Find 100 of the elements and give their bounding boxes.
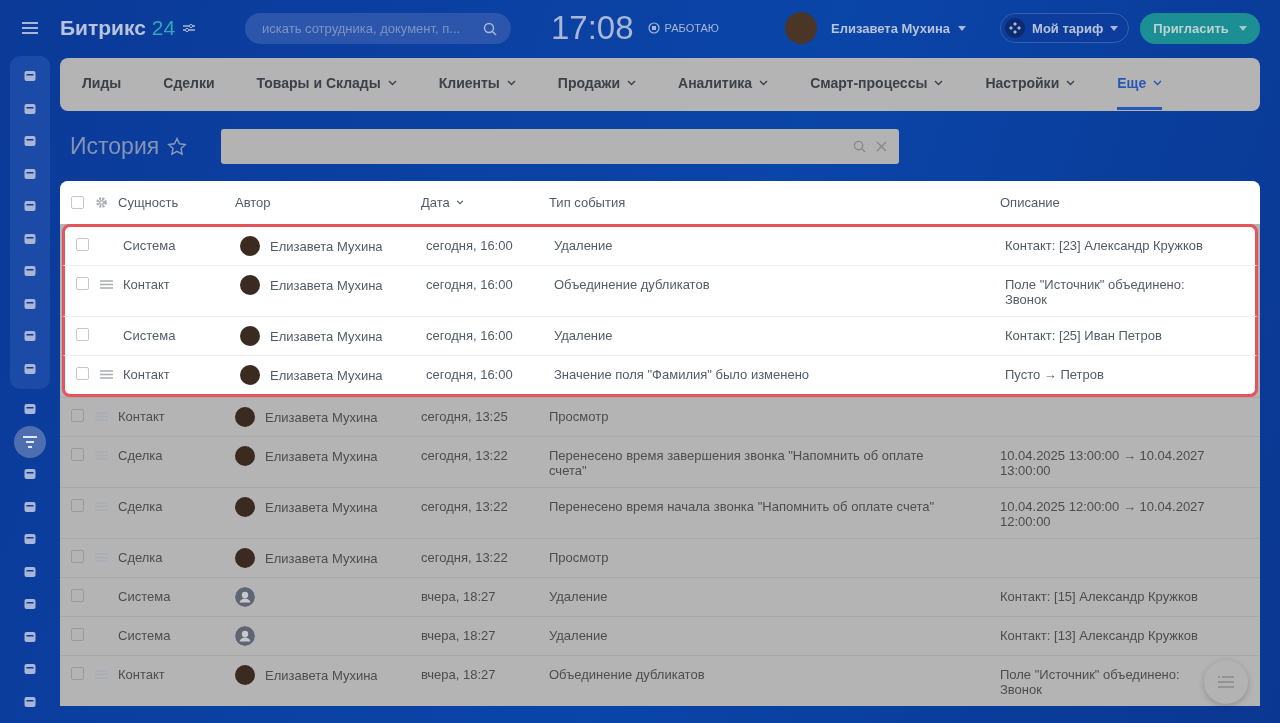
table-cell: сегодня, 16:00 <box>426 238 513 253</box>
column-header[interactable]: Дата <box>421 195 464 210</box>
table-cell: сегодня, 16:00 <box>426 367 513 382</box>
table-cell: Контакт: [15] Александр Кружков <box>1000 589 1198 604</box>
table-cell: Просмотр <box>549 409 609 424</box>
table-row[interactable]: Сделка Елизавета Мухина сегодня, 13:22 Просмотр <box>60 538 1260 577</box>
row-checkbox[interactable] <box>71 448 84 461</box>
table-cell: Контакт: [23] Александр Кружков <box>1005 238 1203 253</box>
settings-icon[interactable] <box>95 196 108 209</box>
table-cell: Объединение дубликатов <box>554 277 710 292</box>
nav-tab[interactable]: Аналитика <box>678 59 769 110</box>
nav-tab[interactable]: Клиенты <box>438 59 516 110</box>
caret-icon <box>1238 25 1247 31</box>
row-checkbox[interactable] <box>71 550 84 563</box>
nav-tab[interactable]: Еще <box>1117 59 1163 110</box>
table-row[interactable]: Контакт Елизавета Мухина сегодня, 16:00 Значение поля "Фамилия" было изменено Пусто → Петров <box>62 355 1258 397</box>
menu-icon[interactable] <box>22 22 38 34</box>
table-cell: Удаление <box>554 328 613 343</box>
table-cell: Контакт: [25] Иван Петров <box>1005 328 1162 343</box>
caret-icon <box>1110 25 1119 31</box>
nav-tab[interactable]: Настройки <box>985 59 1076 110</box>
table-cell: 10.04.2025 13:00:00 → 10.04.2027 13:00:00 <box>1000 448 1205 478</box>
work-status-button[interactable]: РАБОТАЮ <box>647 22 719 34</box>
table-cell: Сделка <box>118 499 163 514</box>
nav-tab[interactable]: Смарт-процессы <box>810 59 944 110</box>
table-cell: Перенесено время завершения звонка "Напомнить об оплате счета" <box>549 448 924 478</box>
table-cell: Контакт <box>118 667 165 682</box>
table-cell: Система <box>123 328 176 343</box>
table-cell: сегодня, 13:22 <box>421 448 508 463</box>
nav-tab[interactable]: Лиды <box>82 59 122 110</box>
table-cell: сегодня, 13:22 <box>421 499 508 514</box>
table-cell: Елизавета Мухина <box>265 499 378 515</box>
table-cell: сегодня, 13:22 <box>421 550 508 565</box>
table-cell: Поле "Источник" объединено: Звонок <box>1005 277 1185 307</box>
clock-text: 17:08 <box>551 9 634 47</box>
page-title: История <box>70 132 160 160</box>
stop-icon <box>647 22 660 34</box>
table-cell: Контакт: [13] Александр Кружков <box>1000 628 1198 643</box>
drag-handle-icon[interactable] <box>100 370 113 379</box>
table-row[interactable]: Контакт Елизавета Мухина сегодня, 16:00 Объединение дубликатов Поле "Источник" объединено: Звонок <box>62 265 1258 316</box>
row-checkbox[interactable] <box>71 409 84 422</box>
filter-icon[interactable] <box>14 425 46 458</box>
table-cell: Елизавета Мухина <box>270 328 383 344</box>
table-cell: сегодня, 16:00 <box>426 328 513 343</box>
row-checkbox[interactable] <box>71 628 84 641</box>
table-cell: сегодня, 16:00 <box>426 277 513 292</box>
user-menu-button[interactable]: Елизавета Мухина <box>831 20 967 36</box>
table-row[interactable]: Система вчера, 18:27 Удаление Контакт: [13] Александр Кружков <box>60 616 1260 655</box>
star-icon[interactable] <box>167 136 188 156</box>
row-checkbox[interactable] <box>71 589 84 602</box>
tariff-button[interactable]: Мой тариф <box>1000 13 1130 43</box>
settings-icon[interactable] <box>183 23 196 33</box>
table-cell: Елизавета Мухина <box>270 277 383 293</box>
table-cell: 10.04.2025 12:00:00 → 10.04.2027 12:00:00 <box>1000 499 1205 529</box>
column-header[interactable]: Тип события <box>549 195 626 210</box>
table-cell: Просмотр <box>549 550 609 565</box>
table-row[interactable]: Система Елизавета Мухина сегодня, 16:00 Удаление Контакт: [25] Иван Петров <box>62 316 1258 355</box>
table-cell: Удаление <box>549 628 608 643</box>
row-checkbox[interactable] <box>76 238 89 251</box>
table-cell: Елизавета Мухина <box>265 448 378 464</box>
table-cell: Елизавета Мухина <box>270 238 383 254</box>
column-header[interactable]: Сущность <box>118 195 179 210</box>
table-row[interactable]: Сделка Елизавета Мухина сегодня, 13:22 Перенесено время начала звонка "Напомнить об оплате счета" 10.04.2025 12:00:00 → 10.04.2027 12:00:00 <box>60 487 1260 538</box>
table-cell: Система <box>118 589 171 604</box>
logo-text[interactable]: Битрикс 24 <box>60 16 176 40</box>
table-cell: вчера, 18:27 <box>421 667 496 682</box>
select-all-checkbox[interactable] <box>71 196 84 209</box>
table-cell: Елизавета Мухина <box>265 667 378 683</box>
search-field[interactable]: искать сотрудника, документ, п... <box>245 12 511 44</box>
table-row[interactable]: Сделка Елизавета Мухина сегодня, 13:22 Перенесено время завершения звонка "Напомнить об оплате счета" 10.04.2025 13:00:00 → 10.04.2027 13:00:00 <box>60 436 1260 487</box>
caret-icon <box>958 25 967 31</box>
column-header[interactable]: Описание <box>1000 195 1060 210</box>
row-checkbox[interactable] <box>76 367 89 380</box>
table-row[interactable]: Контакт Елизавета Мухина сегодня, 13:25 Просмотр <box>60 397 1260 436</box>
table-cell: Система <box>118 628 171 643</box>
table-row[interactable]: Система Елизавета Мухина сегодня, 16:00 Удаление Контакт: [23] Александр Кружков <box>62 224 1258 265</box>
nav-tab[interactable]: Товары и Склады <box>256 59 397 110</box>
table-cell: Елизавета Мухина <box>270 367 383 383</box>
table-row[interactable]: Система вчера, 18:27 Удаление Контакт: [15] Александр Кружков <box>60 577 1260 616</box>
search-icon[interactable] <box>483 21 497 36</box>
table-cell: Значение поля "Фамилия" было изменено <box>554 367 810 382</box>
list-icon <box>1218 676 1234 688</box>
nav-tab[interactable]: Продажи <box>557 59 636 110</box>
row-checkbox[interactable] <box>71 499 84 512</box>
table-cell: Пусто → Петров <box>1005 367 1104 382</box>
table-cell: Система <box>123 238 176 253</box>
table-cell: вчера, 18:27 <box>421 628 496 643</box>
table-cell: Объединение дубликатов <box>549 667 705 682</box>
drag-handle-icon[interactable] <box>100 280 113 289</box>
table-cell: Перенесено время начала звонка "Напомнить об оплате счета" <box>549 499 935 514</box>
table-cell: Удаление <box>554 238 613 253</box>
nav-tab[interactable]: Сделки <box>163 59 215 110</box>
row-checkbox[interactable] <box>76 328 89 341</box>
table-cell: Сделка <box>118 448 163 463</box>
table-cell: Контакт <box>118 409 165 424</box>
row-checkbox[interactable] <box>71 667 84 680</box>
row-checkbox[interactable] <box>76 277 89 290</box>
column-header[interactable]: Автор <box>235 195 271 210</box>
table-cell: Елизавета Мухина <box>265 550 378 566</box>
table-cell: Контакт <box>123 277 170 292</box>
